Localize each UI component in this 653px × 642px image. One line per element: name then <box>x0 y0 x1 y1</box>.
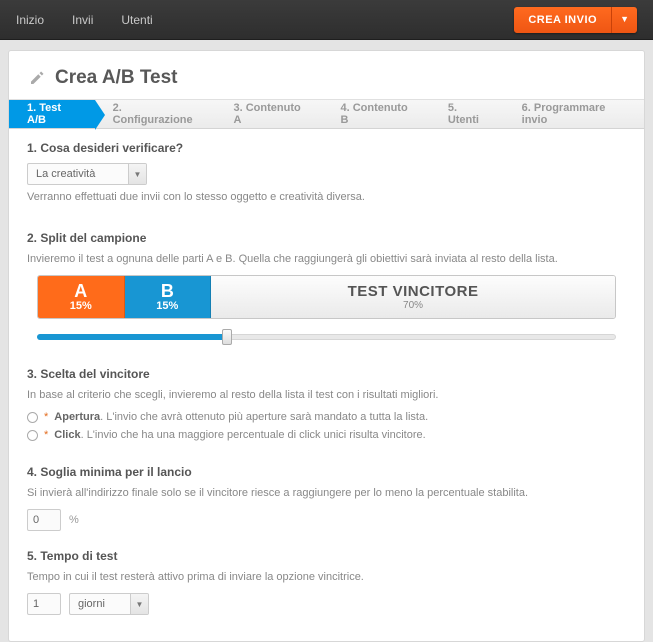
section-2-desc: Invieremo il test a ognuna delle parti A… <box>27 253 626 265</box>
pencil-icon <box>29 70 45 86</box>
section-threshold: 4. Soglia minima per il lancio Si invier… <box>9 453 644 537</box>
wizard-step-2[interactable]: 2. Configurazione <box>95 100 216 128</box>
section-3-title: 3. Scelta del vincitore <box>27 367 626 381</box>
section-1-title: 1. Cosa desideri verificare? <box>27 141 626 155</box>
time-input[interactable] <box>27 593 61 615</box>
section-time: 5. Tempo di test Tempo in cui il test re… <box>9 537 644 621</box>
split-a-pct: 15% <box>70 300 92 312</box>
wizard-step-1[interactable]: 1. Test A/B <box>9 100 95 128</box>
time-unit-value: giorni <box>70 598 130 610</box>
split-winner-title: TEST VINCITORE <box>348 283 479 300</box>
split-b-letter: B <box>161 282 174 300</box>
topbar: Inizio Invii Utenti CREA INVIO ▼ <box>0 0 653 40</box>
page-title: Crea A/B Test <box>55 67 177 89</box>
opt1-name: Apertura <box>54 411 100 423</box>
wizard-step-4[interactable]: 4. Contenuto B <box>322 100 429 128</box>
asterisk-icon: * <box>44 429 48 441</box>
slider-fill <box>37 334 228 340</box>
split-seg-a: A 15% <box>38 276 125 318</box>
topnav: Inizio Invii Utenti <box>16 13 153 27</box>
opt1-desc: . L'invio che avrà ottenuto più aperture… <box>100 411 428 423</box>
split-seg-b: B 15% <box>125 276 212 318</box>
radio-icon <box>27 412 38 423</box>
section-split: 2. Split del campione Invieremo il test … <box>9 219 644 355</box>
threshold-unit: % <box>69 514 79 526</box>
split-box: A 15% B 15% TEST VINCITORE 70% <box>37 275 616 319</box>
section-1-desc: Verranno effettuati due invii con lo ste… <box>27 191 626 203</box>
wizard-step-6[interactable]: 6. Programmare invio <box>504 100 644 128</box>
create-invio-label: CREA INVIO <box>514 7 612 33</box>
verify-select-value: La creatività <box>28 168 128 180</box>
section-4-desc: Si invierà all'indirizzo finale solo se … <box>27 487 626 499</box>
verify-select[interactable]: La creatività ▼ <box>27 163 147 185</box>
wizard-steps: 1. Test A/B 2. Configurazione 3. Contenu… <box>9 99 644 129</box>
wizard-step-5[interactable]: 5. Utenti <box>430 100 504 128</box>
split-b-pct: 15% <box>156 300 178 312</box>
slider-handle[interactable] <box>222 329 232 345</box>
section-winner: 3. Scelta del vincitore In base al crite… <box>9 355 644 453</box>
winner-option-apertura[interactable]: * Apertura. L'invio che avrà ottenuto pi… <box>27 411 626 423</box>
threshold-input[interactable] <box>27 509 61 531</box>
split-winner-pct: 70% <box>403 300 423 311</box>
time-unit-select[interactable]: giorni ▼ <box>69 593 149 615</box>
split-slider[interactable] <box>37 329 616 345</box>
section-3-desc: In base al criterio che scegli, invierem… <box>27 389 626 401</box>
chevron-down-icon: ▼ <box>128 164 146 184</box>
page-header: Crea A/B Test <box>9 51 644 99</box>
section-2-title: 2. Split del campione <box>27 231 626 245</box>
winner-option-click[interactable]: * Click. L'invio che ha una maggiore per… <box>27 429 626 441</box>
section-verify: 1. Cosa desideri verificare? La creativi… <box>9 129 644 219</box>
opt2-desc: . L'invio che ha una maggiore percentual… <box>81 429 426 441</box>
create-invio-button[interactable]: CREA INVIO ▼ <box>514 7 637 33</box>
nav-utenti[interactable]: Utenti <box>121 13 152 27</box>
opt2-name: Click <box>54 429 80 441</box>
create-invio-dropdown[interactable]: ▼ <box>612 7 637 33</box>
chevron-down-icon: ▼ <box>130 594 148 614</box>
page-card: Crea A/B Test 1. Test A/B 2. Configurazi… <box>8 50 645 642</box>
asterisk-icon: * <box>44 411 48 423</box>
section-4-title: 4. Soglia minima per il lancio <box>27 465 626 479</box>
nav-inizio[interactable]: Inizio <box>16 13 44 27</box>
split-a-letter: A <box>74 282 87 300</box>
nav-invii[interactable]: Invii <box>72 13 93 27</box>
wizard-step-3[interactable]: 3. Contenuto A <box>216 100 323 128</box>
radio-icon <box>27 430 38 441</box>
section-5-title: 5. Tempo di test <box>27 549 626 563</box>
split-seg-winner: TEST VINCITORE 70% <box>211 276 615 318</box>
section-5-desc: Tempo in cui il test resterà attivo prim… <box>27 571 626 583</box>
